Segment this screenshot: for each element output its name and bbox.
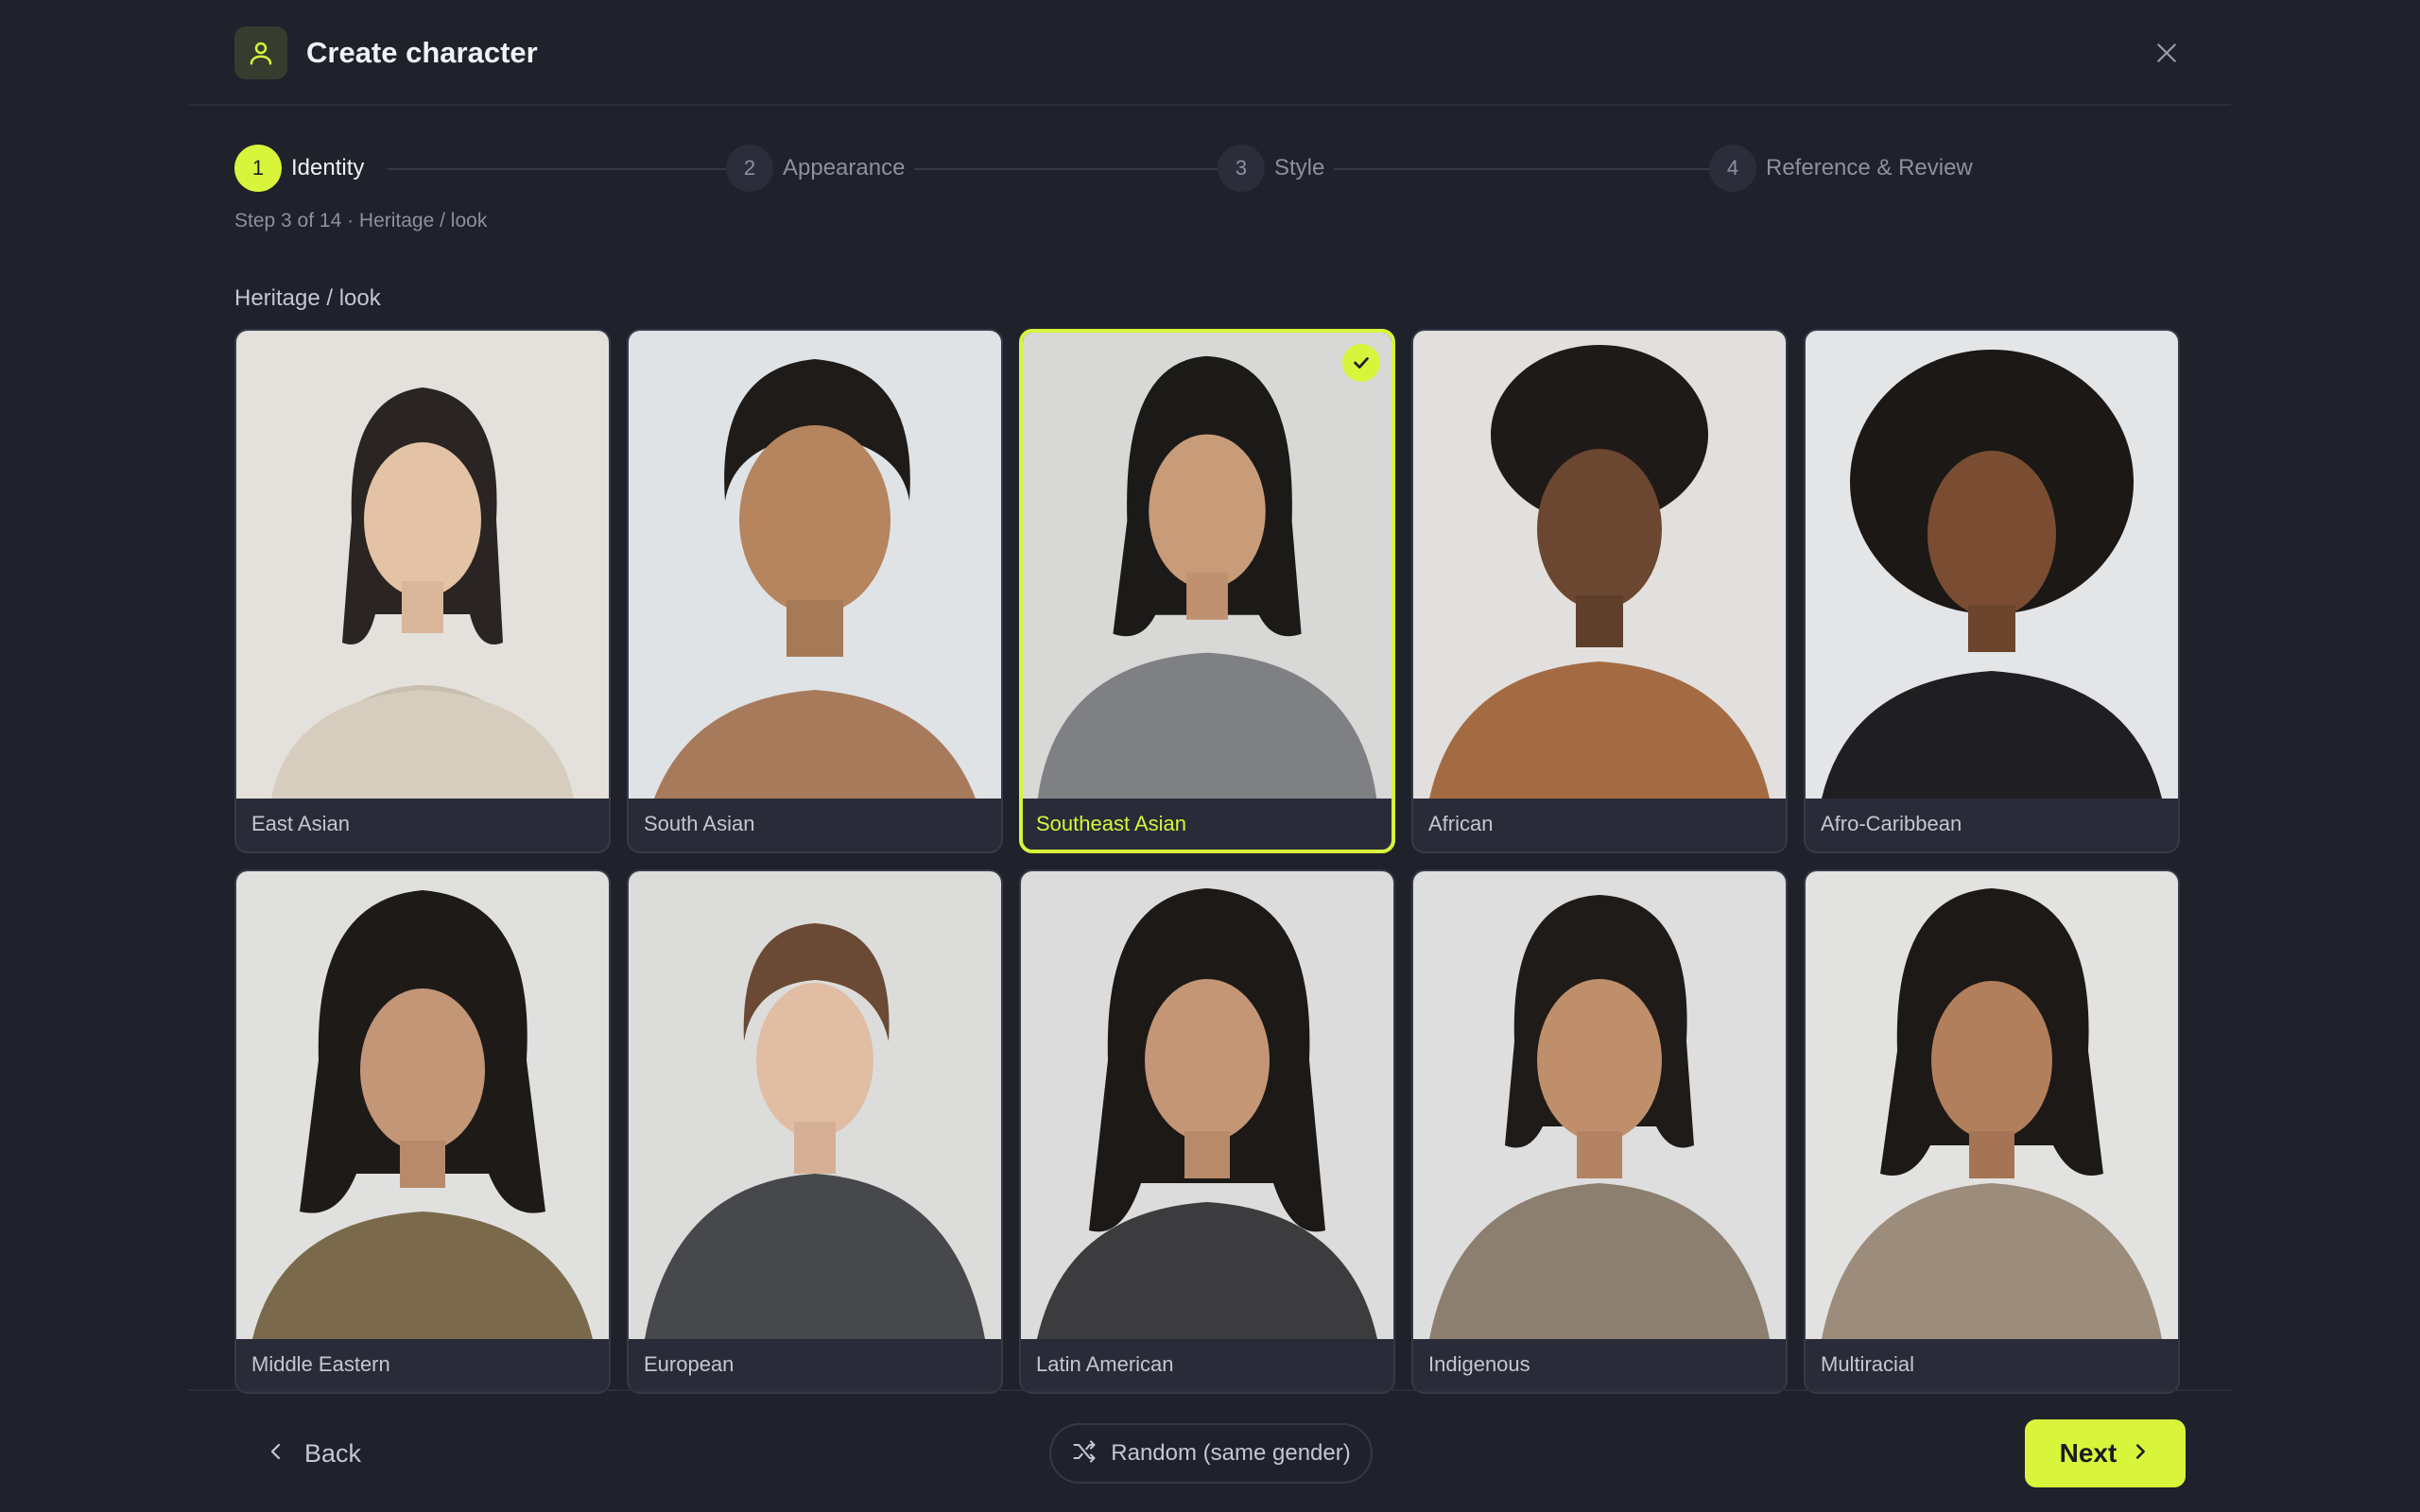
next-button[interactable]: Next — [2025, 1419, 2186, 1487]
option-label: Latin American — [1036, 1352, 1174, 1376]
next-button-label: Next — [2059, 1438, 2118, 1468]
option-card-east-asian[interactable]: East Asian — [234, 329, 611, 853]
option-card-southeast-asian[interactable]: Southeast Asian — [1019, 329, 1395, 853]
chevron-left-icon — [265, 1440, 287, 1468]
option-card-afro-caribbean[interactable]: Afro-Caribbean — [1804, 329, 2180, 853]
stepper: 1 Identity 2 Appearance 3 Style 4 Refere… — [234, 145, 1982, 192]
back-button[interactable]: Back — [265, 1425, 361, 1482]
option-label: South Asian — [644, 812, 755, 835]
option-label: Indigenous — [1428, 1352, 1530, 1376]
step-label: Style — [1274, 155, 1325, 180]
option-label: Multiracial — [1821, 1352, 1915, 1376]
back-button-label: Back — [304, 1438, 362, 1468]
portrait-photo — [1413, 331, 1786, 799]
portrait-photo — [629, 871, 1001, 1339]
option-card-african[interactable]: African — [1411, 329, 1788, 853]
step-identity[interactable]: 1 Identity — [234, 145, 374, 192]
person-icon — [234, 26, 287, 79]
random-button[interactable]: Random (same gender) — [1049, 1423, 1373, 1484]
portrait-photo — [629, 331, 1001, 799]
option-label: Afro-Caribbean — [1821, 812, 1962, 835]
random-button-label: Random (same gender) — [1111, 1440, 1351, 1466]
portrait-photo — [236, 331, 609, 799]
step-number: 4 — [1709, 145, 1756, 192]
portrait-photo — [1806, 871, 2178, 1339]
step-progress-text: Step 3 of 14 · Heritage / look — [234, 210, 488, 232]
portrait-photo — [1413, 871, 1786, 1339]
option-card-indigenous[interactable]: Indigenous — [1411, 869, 1788, 1394]
option-label: East Asian — [251, 812, 350, 835]
step-label: Identity — [291, 155, 374, 181]
option-card-south-asian[interactable]: South Asian — [627, 329, 1003, 853]
option-card-latin-american[interactable]: Latin American — [1019, 869, 1395, 1394]
step-number: 1 — [234, 145, 282, 192]
dialog-header: Create character — [189, 0, 2231, 106]
chevron-right-icon — [2130, 1441, 2151, 1467]
dialog-title: Create character — [306, 36, 538, 69]
step-appearance[interactable]: 2 Appearance — [726, 145, 915, 192]
option-label: African — [1428, 812, 1494, 835]
option-label: European — [644, 1352, 735, 1376]
option-label: Southeast Asian — [1036, 812, 1187, 835]
option-card-middle-eastern[interactable]: Middle Eastern — [234, 869, 611, 1394]
step-style[interactable]: 3 Style — [1218, 145, 1335, 192]
step-reference-review[interactable]: 4 Reference & Review — [1709, 145, 1982, 192]
shuffle-icon — [1071, 1438, 1098, 1469]
step-number: 3 — [1218, 145, 1265, 192]
dialog-footer: Back Random (same gender) Next — [189, 1389, 2231, 1512]
portrait-photo — [1023, 333, 1392, 799]
option-card-multiracial[interactable]: Multiracial — [1804, 869, 2180, 1394]
portrait-photo — [1021, 871, 1393, 1339]
selected-check-icon — [1342, 344, 1380, 382]
option-card-european[interactable]: European — [627, 869, 1003, 1394]
step-label: Reference & Review — [1766, 155, 1973, 180]
heritage-options-grid: East Asian South Asian Southeast Asian A… — [234, 329, 2186, 1394]
step-number: 2 — [726, 145, 773, 192]
step-label: Appearance — [783, 155, 906, 180]
portrait-photo — [236, 871, 609, 1339]
section-title: Heritage / look — [234, 285, 381, 311]
portrait-photo — [1806, 331, 2178, 799]
close-icon[interactable] — [2148, 34, 2186, 72]
option-label: Middle Eastern — [251, 1352, 390, 1376]
